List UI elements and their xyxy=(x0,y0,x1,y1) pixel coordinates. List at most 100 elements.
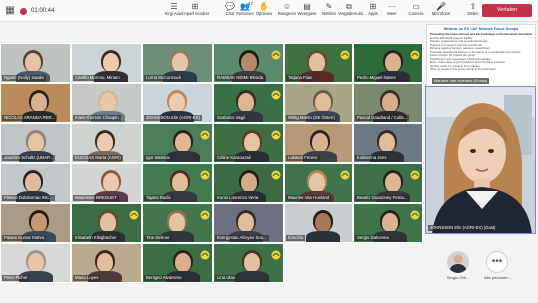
active-speaker-portrait xyxy=(426,87,535,233)
recording-indicator-icon xyxy=(20,7,27,15)
video-gallery: Ngaire (Nally) Isaaks Carrillo Moreno, Mi… xyxy=(0,43,423,283)
toolbar-button-notes[interactable]: ✎ Notities xyxy=(318,2,340,20)
participant-tile[interactable]: Ezechia xyxy=(284,203,353,243)
toolbar-button-mic[interactable]: 🎤 Microfoon xyxy=(430,2,452,20)
participant-face xyxy=(27,133,44,152)
participant-tile[interactable]: Pascal Gaudrand / Colla... xyxy=(353,83,423,123)
participant-name: Carrillo Moreno, Miriam xyxy=(73,75,122,81)
participant-name: Céline Karaouzsé xyxy=(215,155,253,161)
participant-face xyxy=(311,133,328,152)
participant-face xyxy=(99,213,116,232)
teams-meeting-window: ▦ 01:00:44 ☰ Kirgi Axed ⊞ Apart vendrer 💬 Cha… xyxy=(0,0,538,303)
participant-tile[interactable]: Lorna McCormack xyxy=(142,43,213,83)
participant-tile[interactable]: Szabolcs Vagó xyxy=(213,83,284,123)
participant-tile[interactable]: Joachim Schultz (UNAP... xyxy=(0,123,71,163)
participant-name: ELEISIAS Marta (AGRI) xyxy=(73,155,123,161)
participant-tile[interactable]: NICOLAS ARANDA PER... xyxy=(0,83,71,123)
participant-name: JOHNSSON Elin (AGRI-EX) xyxy=(144,115,202,121)
toolbar-button-view[interactable]: ▤ Weergave xyxy=(296,2,318,20)
participant-face xyxy=(171,173,188,192)
participant-tile[interactable]: JOHNSSON Elin (AGRI-EX) xyxy=(142,83,213,123)
participant-tile[interactable]: Evergystan Afroyao Sou... xyxy=(213,203,284,243)
cap-network-logo-icon xyxy=(270,247,282,260)
participant-tile[interactable]: Igor Steinbix xyxy=(142,123,213,163)
participant-tile[interactable]: Pedro Miguel Naves xyxy=(353,43,423,83)
grid-icon[interactable]: ▦ xyxy=(4,5,16,17)
participant-face xyxy=(96,253,113,272)
participant-face xyxy=(308,173,325,192)
active-speaker-name: JOHNSSON Elin (AGRI-EX) (Gast) xyxy=(428,225,498,231)
all-participants-button[interactable]: ••• Alle personen ... xyxy=(484,251,513,280)
participant-tile[interactable]: ELEISIAS Marta (AGRI) xyxy=(71,123,142,163)
participant-tile[interactable]: RAMSAK NDIMI Blenda xyxy=(213,43,284,83)
participant-tile[interactable]: Tine Dehner xyxy=(142,203,213,243)
participant-tile[interactable]: Madeleine BREGUET xyxy=(71,163,142,203)
toolbar-button-reactions[interactable]: ☺ Reageren xyxy=(276,2,298,20)
participant-tile[interactable]: Lakatos Ferenc xyxy=(284,123,353,163)
participant-tile[interactable]: Ngaire (Nally) Isaaks xyxy=(0,43,71,83)
toolbar-button-more[interactable]: ⋯ Meer xyxy=(381,2,403,20)
toolbar-button-label: Notities xyxy=(322,11,336,16)
participant-face xyxy=(237,213,254,232)
participant-face xyxy=(168,93,185,112)
participant-tile[interactable]: Peter Pichet xyxy=(0,243,71,283)
participant-face xyxy=(102,173,119,192)
cap-network-logo-icon xyxy=(270,127,282,140)
participant-tile[interactable]: Elisabeth Klingbacher xyxy=(71,203,142,243)
cap-network-logo-icon xyxy=(409,167,421,180)
toolbar-button-label: Vergaderruim... xyxy=(338,11,367,16)
participant-face xyxy=(99,93,116,112)
participant-name: Maria Loyes xyxy=(73,275,101,281)
cap-network-logo-icon xyxy=(270,87,282,100)
toolbar-button-label: Camera xyxy=(408,11,424,16)
participant-tile[interactable]: Sergio Dalcenna xyxy=(353,203,423,243)
participant-name: Lorna McCormack xyxy=(144,75,184,81)
participant-tile[interactable]: Wittig Martin (DE Österr) xyxy=(284,83,353,123)
participant-name: Sergio Dalcenna xyxy=(355,235,391,241)
participant-body xyxy=(305,231,340,242)
toolbar-button-raise-hand[interactable]: ✋ Opnieuw xyxy=(253,2,275,20)
participant-name: Maurine Van Hoeland xyxy=(286,195,332,201)
cap-network-logo-icon xyxy=(199,247,211,260)
participant-tile[interactable]: Céline Karaouzsé xyxy=(213,123,284,163)
participant-name: marie-therese Chaupin xyxy=(73,115,121,121)
cap-network-logo-icon xyxy=(409,207,421,220)
participant-face xyxy=(240,53,257,72)
leave-button[interactable]: Verlaten xyxy=(482,4,532,17)
participant-tile[interactable]: Pawan Kumar Mahra xyxy=(0,203,71,243)
active-speaker-video[interactable]: JOHNSSON Elin (AGRI-EX) (Gast) xyxy=(425,86,536,234)
participant-sergio-orti[interactable]: Sergio Orti... xyxy=(445,251,471,280)
participant-tile[interactable]: Beatriz Guanoney Ferna... xyxy=(353,163,423,203)
toolbar-button-chat[interactable]: ☰ Kirgi Axed xyxy=(163,2,185,20)
participant-tile[interactable]: Tajana Radic xyxy=(142,163,213,203)
participant-tile[interactable]: marie-therese Chaupin xyxy=(71,83,142,123)
participant-name: Peter Pichet xyxy=(2,275,30,281)
toolbar-button-share[interactable]: ⇪ Delen xyxy=(462,2,484,20)
participant-tile[interactable]: Lina Ulas xyxy=(213,243,284,283)
participant-name: RAMSAK NDIMI Blenda xyxy=(215,75,266,81)
shared-screen-text: Presenting the Focus Groups and the work… xyxy=(430,33,532,72)
participant-tile[interactable]: Maria Loyes xyxy=(71,243,142,283)
participant-face xyxy=(96,133,113,152)
participant-face xyxy=(382,93,398,112)
participant-tile[interactable]: Benigno Alvarezse xyxy=(142,243,213,283)
participant-tile[interactable]: Tatjana Filan xyxy=(284,43,353,83)
toolbar-button-rooms[interactable]: ⧉ Vergaderruim... xyxy=(338,2,367,20)
participant-tile[interactable]: Kunio Lourenzo Veria xyxy=(213,163,284,203)
more-people-icon: ••• xyxy=(486,251,508,273)
presenter-chip: Maurine Van Hoeland (Evalia) xyxy=(432,78,490,84)
participant-face xyxy=(243,133,260,152)
participant-tile[interactable]: Carrillo Moreno, Miriam xyxy=(71,43,142,83)
toolbar-button-label: Microfoon xyxy=(431,11,451,16)
participant-face xyxy=(314,213,331,232)
participant-face xyxy=(30,93,47,112)
toolbar-button-apps[interactable]: ⊞ Apart vendrer xyxy=(184,2,209,20)
participant-tile[interactable]: Flavius Dobitcenau INC... xyxy=(0,163,71,203)
toolbar-button-camera[interactable]: ▭ Camera xyxy=(405,2,427,20)
participant-name: Pedro Miguel Naves xyxy=(355,75,398,81)
toolbar-button-label: Weergave xyxy=(297,11,317,16)
participant-tile[interactable]: Maurine Van Hoeland xyxy=(284,163,353,203)
participant-tile[interactable]: Kokkerina Jens xyxy=(353,123,423,163)
participant-name: Lakatos Ferenc xyxy=(286,155,320,161)
participant-face xyxy=(24,53,41,72)
